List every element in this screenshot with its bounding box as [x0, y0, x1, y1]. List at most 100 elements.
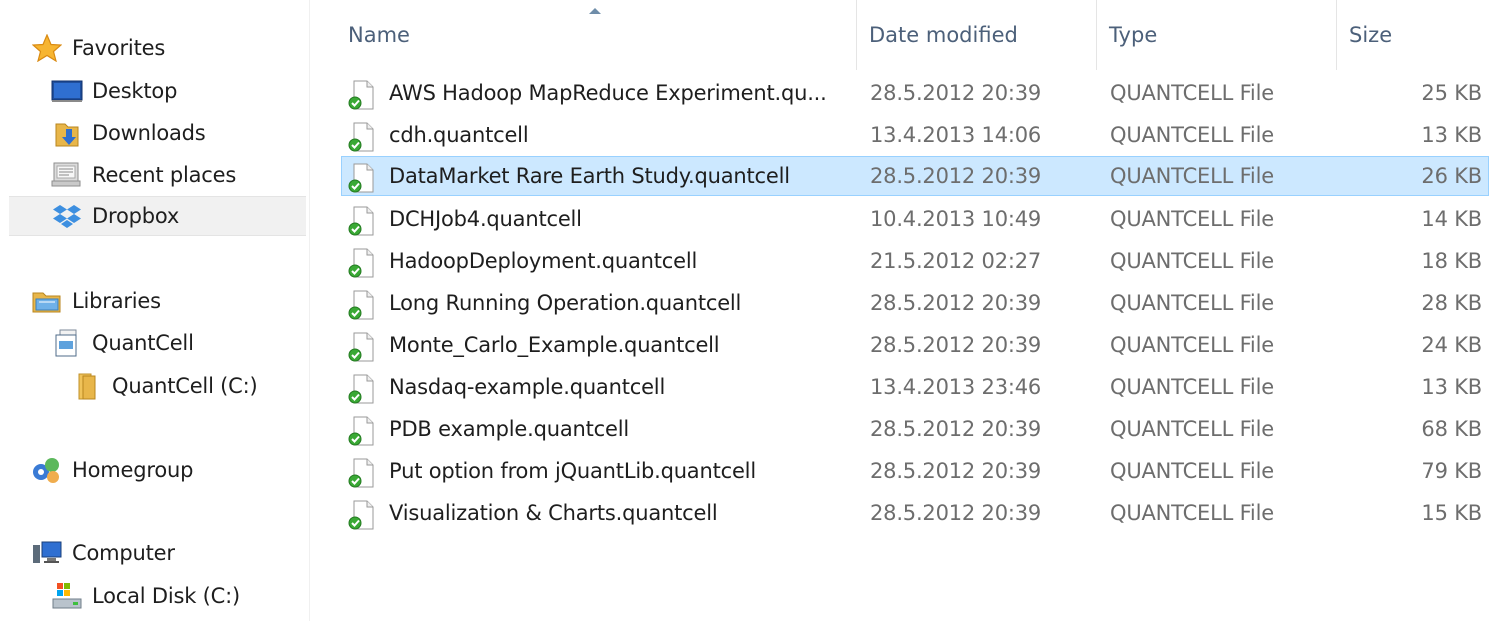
- file-size: 28 KB: [1421, 291, 1482, 315]
- nav-item-label: Desktop: [92, 79, 178, 103]
- nav-item-label: Recent places: [92, 163, 237, 187]
- file-date-modified: 21.5.2012 02:27: [870, 249, 1042, 273]
- quantcell-file-icon: [347, 205, 377, 237]
- file-name: Nasdaq-example.quantcell: [389, 375, 666, 399]
- nav-item-dropbox[interactable]: Dropbox: [9, 196, 306, 236]
- file-name: Long Running Operation.quantcell: [389, 291, 742, 315]
- file-row[interactable]: HadoopDeployment.quantcell 21.5.2012 02:…: [341, 241, 1489, 281]
- file-size: 25 KB: [1421, 81, 1482, 105]
- file-row[interactable]: Visualization & Charts.quantcell 28.5.20…: [341, 493, 1489, 533]
- file-type: QUANTCELL File: [1110, 501, 1274, 525]
- nav-favorites[interactable]: Favorites: [30, 28, 165, 68]
- file-size: 13 KB: [1421, 123, 1482, 147]
- file-row[interactable]: AWS Hadoop MapReduce Experiment.qu... 28…: [341, 73, 1489, 113]
- nav-item-label: Downloads: [92, 121, 206, 145]
- folder-icon: [70, 372, 104, 400]
- column-header-type[interactable]: Type: [1097, 0, 1337, 70]
- star-icon: [30, 34, 64, 62]
- navigation-pane: Favorites Desktop Downloads Recent place…: [0, 0, 310, 621]
- file-row[interactable]: cdh.quantcell 13.4.2013 14:06 QUANTCELL …: [341, 115, 1489, 155]
- nav-libraries-label: Libraries: [72, 289, 161, 313]
- file-size: 18 KB: [1421, 249, 1482, 273]
- homegroup-icon: [30, 456, 64, 484]
- nav-item-quantcell-library[interactable]: QuantCell: [50, 323, 194, 363]
- file-type: QUANTCELL File: [1110, 459, 1274, 483]
- file-name: Monte_Carlo_Example.quantcell: [389, 333, 720, 357]
- file-type: QUANTCELL File: [1110, 417, 1274, 441]
- file-name: DataMarket Rare Earth Study.quantcell: [389, 164, 790, 188]
- file-size: 15 KB: [1421, 501, 1482, 525]
- nav-item-quantcell-drive[interactable]: QuantCell (C:): [70, 366, 258, 406]
- file-size: 24 KB: [1421, 333, 1482, 357]
- quantcell-file-icon: [347, 247, 377, 279]
- file-type: QUANTCELL File: [1110, 164, 1274, 188]
- nav-item-downloads[interactable]: Downloads: [50, 113, 206, 153]
- file-size: 13 KB: [1421, 375, 1482, 399]
- file-type: QUANTCELL File: [1110, 81, 1274, 105]
- file-name: cdh.quantcell: [389, 123, 529, 147]
- file-date-modified: 28.5.2012 20:39: [870, 501, 1042, 525]
- nav-favorites-label: Favorites: [72, 36, 166, 60]
- library-icon: [50, 329, 84, 357]
- file-type: QUANTCELL File: [1110, 375, 1274, 399]
- file-row[interactable]: Monte_Carlo_Example.quantcell 28.5.2012 …: [341, 325, 1489, 365]
- file-name: HadoopDeployment.quantcell: [389, 249, 698, 273]
- column-header-name[interactable]: Name: [336, 0, 857, 70]
- file-date-modified: 28.5.2012 20:39: [870, 333, 1042, 357]
- nav-libraries[interactable]: Libraries: [30, 281, 161, 321]
- file-size: 26 KB: [1421, 164, 1482, 188]
- file-date-modified: 10.4.2013 10:49: [870, 207, 1042, 231]
- quantcell-file-icon: [347, 331, 377, 363]
- nav-item-recent-places[interactable]: Recent places: [50, 155, 236, 195]
- file-date-modified: 28.5.2012 20:39: [870, 164, 1042, 188]
- libraries-icon: [30, 287, 64, 315]
- downloads-icon: [50, 119, 84, 147]
- file-name: Visualization & Charts.quantcell: [389, 501, 718, 525]
- file-row[interactable]: PDB example.quantcell 28.5.2012 20:39 QU…: [341, 409, 1489, 449]
- nav-item-local-disk[interactable]: Local Disk (C:): [50, 576, 240, 616]
- quantcell-file-icon: [347, 162, 377, 194]
- nav-item-label: Dropbox: [92, 204, 180, 228]
- file-row-selected[interactable]: DataMarket Rare Earth Study.quantcell 28…: [341, 156, 1489, 196]
- file-type: QUANTCELL File: [1110, 123, 1274, 147]
- file-name: Put option from jQuantLib.quantcell: [389, 459, 756, 483]
- file-name: PDB example.quantcell: [389, 417, 629, 441]
- column-header-date-modified[interactable]: Date modified: [857, 0, 1097, 70]
- file-date-modified: 13.4.2013 23:46: [870, 375, 1042, 399]
- recent-places-icon: [50, 161, 84, 189]
- nav-computer[interactable]: Computer: [30, 533, 175, 573]
- file-type: QUANTCELL File: [1110, 291, 1274, 315]
- file-row[interactable]: Long Running Operation.quantcell 28.5.20…: [341, 283, 1489, 323]
- file-row[interactable]: Put option from jQuantLib.quantcell 28.5…: [341, 451, 1489, 491]
- quantcell-file-icon: [347, 373, 377, 405]
- file-date-modified: 28.5.2012 20:39: [870, 81, 1042, 105]
- quantcell-file-icon: [347, 499, 377, 531]
- nav-computer-label: Computer: [72, 541, 175, 565]
- file-size: 14 KB: [1421, 207, 1482, 231]
- file-row[interactable]: DCHJob4.quantcell 10.4.2013 10:49 QUANTC…: [341, 199, 1489, 239]
- column-header-type-label: Type: [1109, 23, 1158, 47]
- file-row[interactable]: Nasdaq-example.quantcell 13.4.2013 23:46…: [341, 367, 1489, 407]
- column-header-name-label: Name: [348, 23, 410, 47]
- column-header-size[interactable]: Size: [1337, 0, 1487, 70]
- file-size: 68 KB: [1421, 417, 1482, 441]
- sort-ascending-icon: [589, 8, 601, 14]
- dropbox-icon: [50, 202, 84, 230]
- file-type: QUANTCELL File: [1110, 207, 1274, 231]
- local-disk-icon: [50, 582, 84, 610]
- nav-item-label: Local Disk (C:): [92, 584, 241, 608]
- nav-homegroup-label: Homegroup: [72, 458, 194, 482]
- nav-item-label: QuantCell: [92, 331, 194, 355]
- file-name: AWS Hadoop MapReduce Experiment.qu...: [389, 81, 827, 105]
- file-size: 79 KB: [1421, 459, 1482, 483]
- desktop-icon: [50, 77, 84, 105]
- file-date-modified: 13.4.2013 14:06: [870, 123, 1042, 147]
- column-header-size-label: Size: [1349, 23, 1393, 47]
- file-list-pane: Name Date modified Type Size AWS Hadoop …: [311, 0, 1490, 621]
- column-header-date-label: Date modified: [869, 23, 1018, 47]
- nav-item-desktop[interactable]: Desktop: [50, 71, 177, 111]
- nav-homegroup[interactable]: Homegroup: [30, 450, 193, 490]
- computer-icon: [30, 539, 64, 567]
- quantcell-file-icon: [347, 457, 377, 489]
- quantcell-file-icon: [347, 79, 377, 111]
